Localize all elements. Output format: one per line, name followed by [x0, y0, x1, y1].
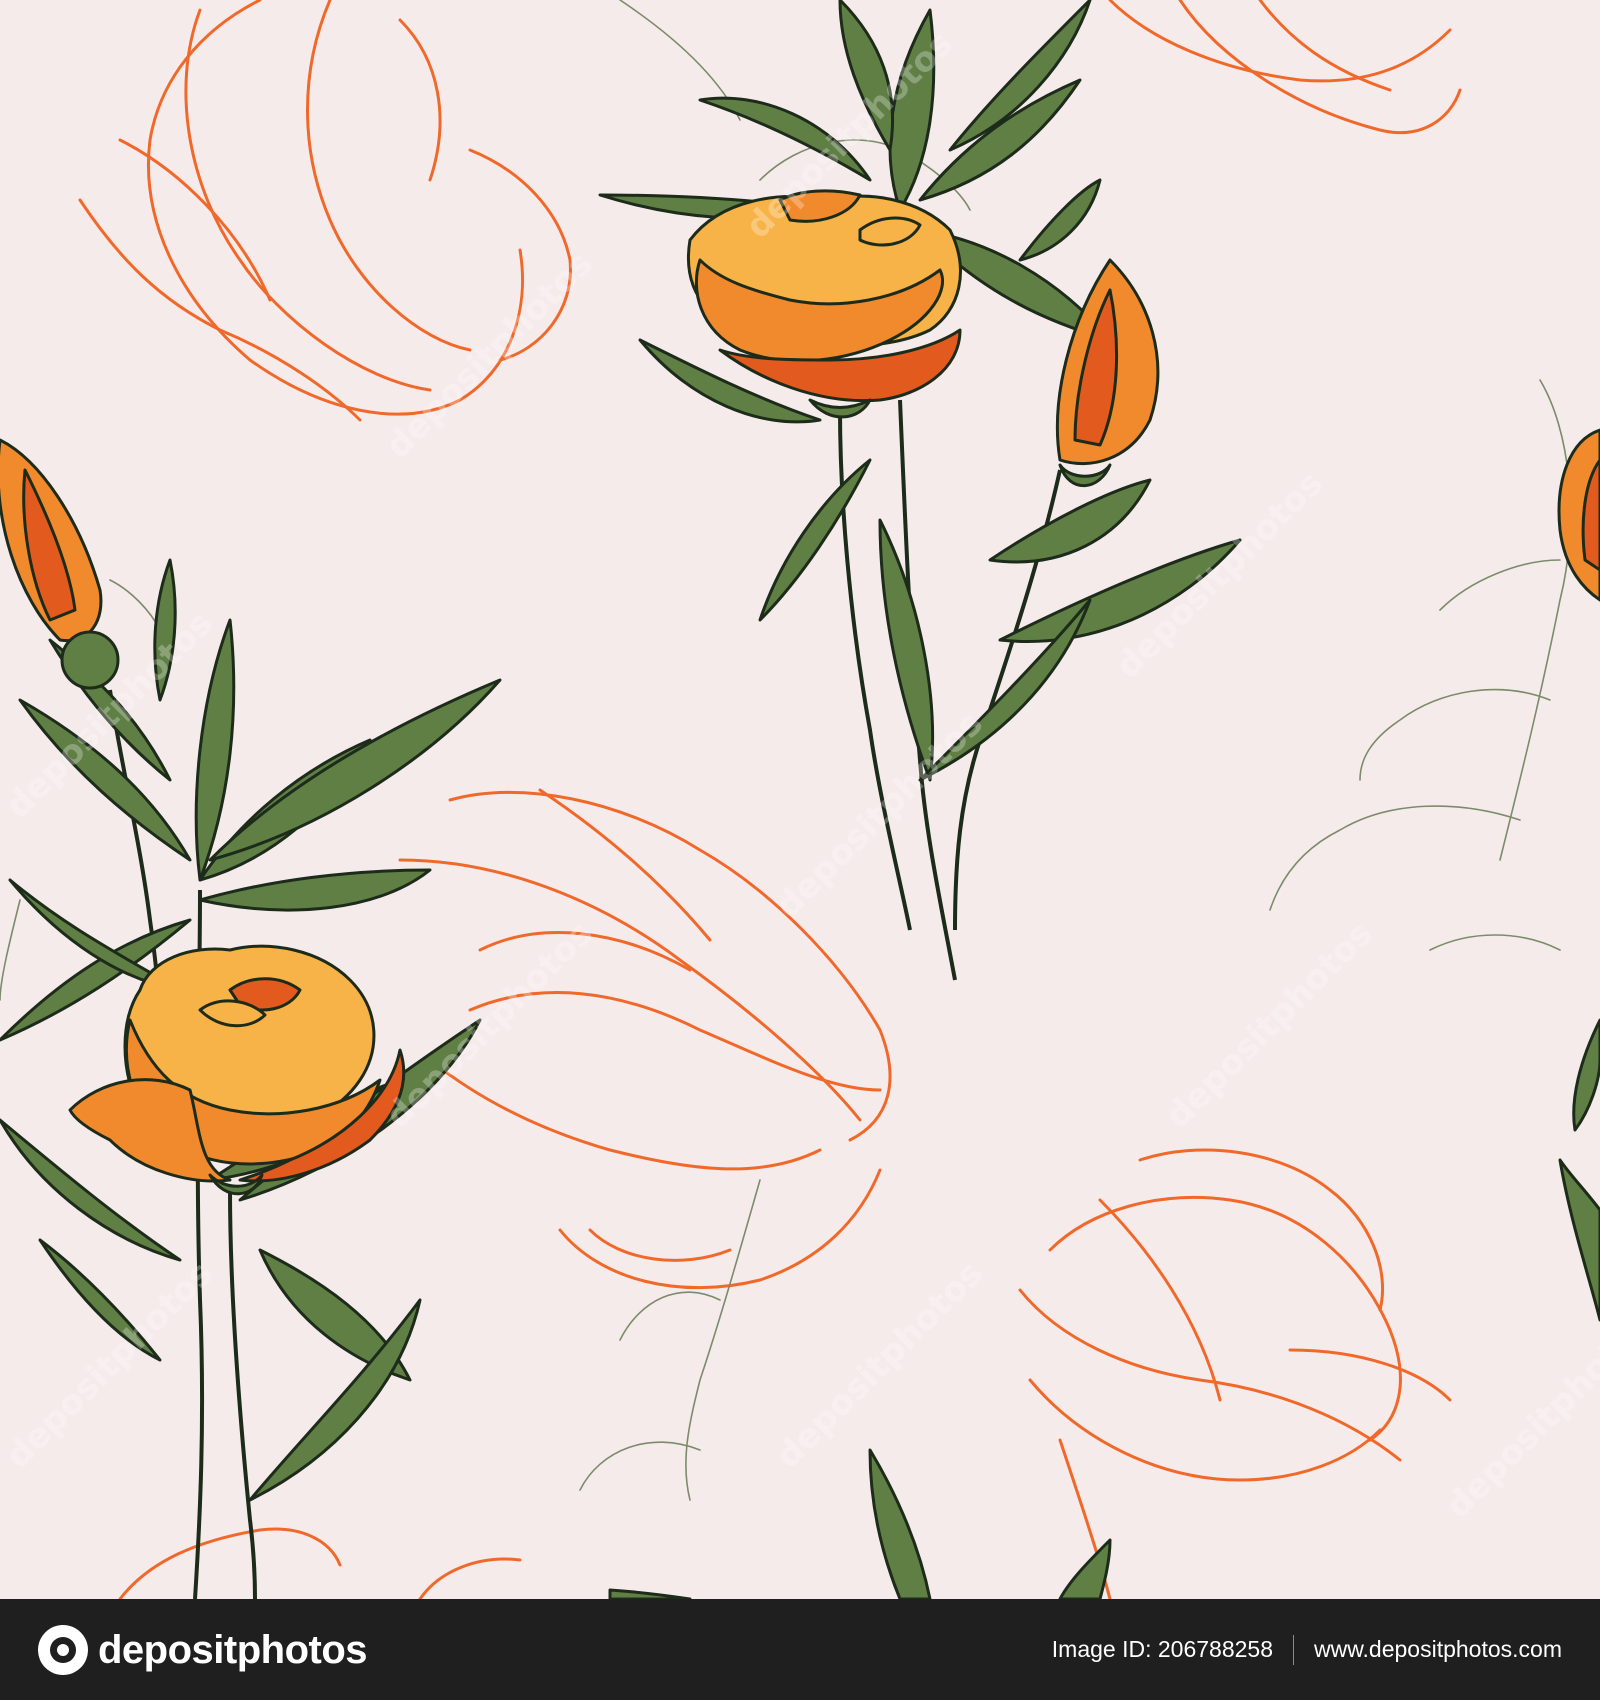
depositphotos-logo-icon	[38, 1625, 88, 1675]
meta-divider	[1292, 1634, 1294, 1665]
website-link[interactable]: www.depositphotos.com	[1314, 1636, 1562, 1663]
image-meta: Image ID: 206788258 www.depositphotos.co…	[1052, 1599, 1562, 1700]
logo-text: depositphotos	[98, 1627, 368, 1672]
stock-footer-bar: depositphotos Image ID: 206788258 www.de…	[0, 1599, 1600, 1700]
depositphotos-logo[interactable]: depositphotos	[38, 1621, 368, 1679]
floral-pattern-artwork: depositphotos depositphotos depositphoto…	[0, 0, 1600, 1599]
image-id-label: Image ID: 206788258	[1051, 1636, 1273, 1662]
